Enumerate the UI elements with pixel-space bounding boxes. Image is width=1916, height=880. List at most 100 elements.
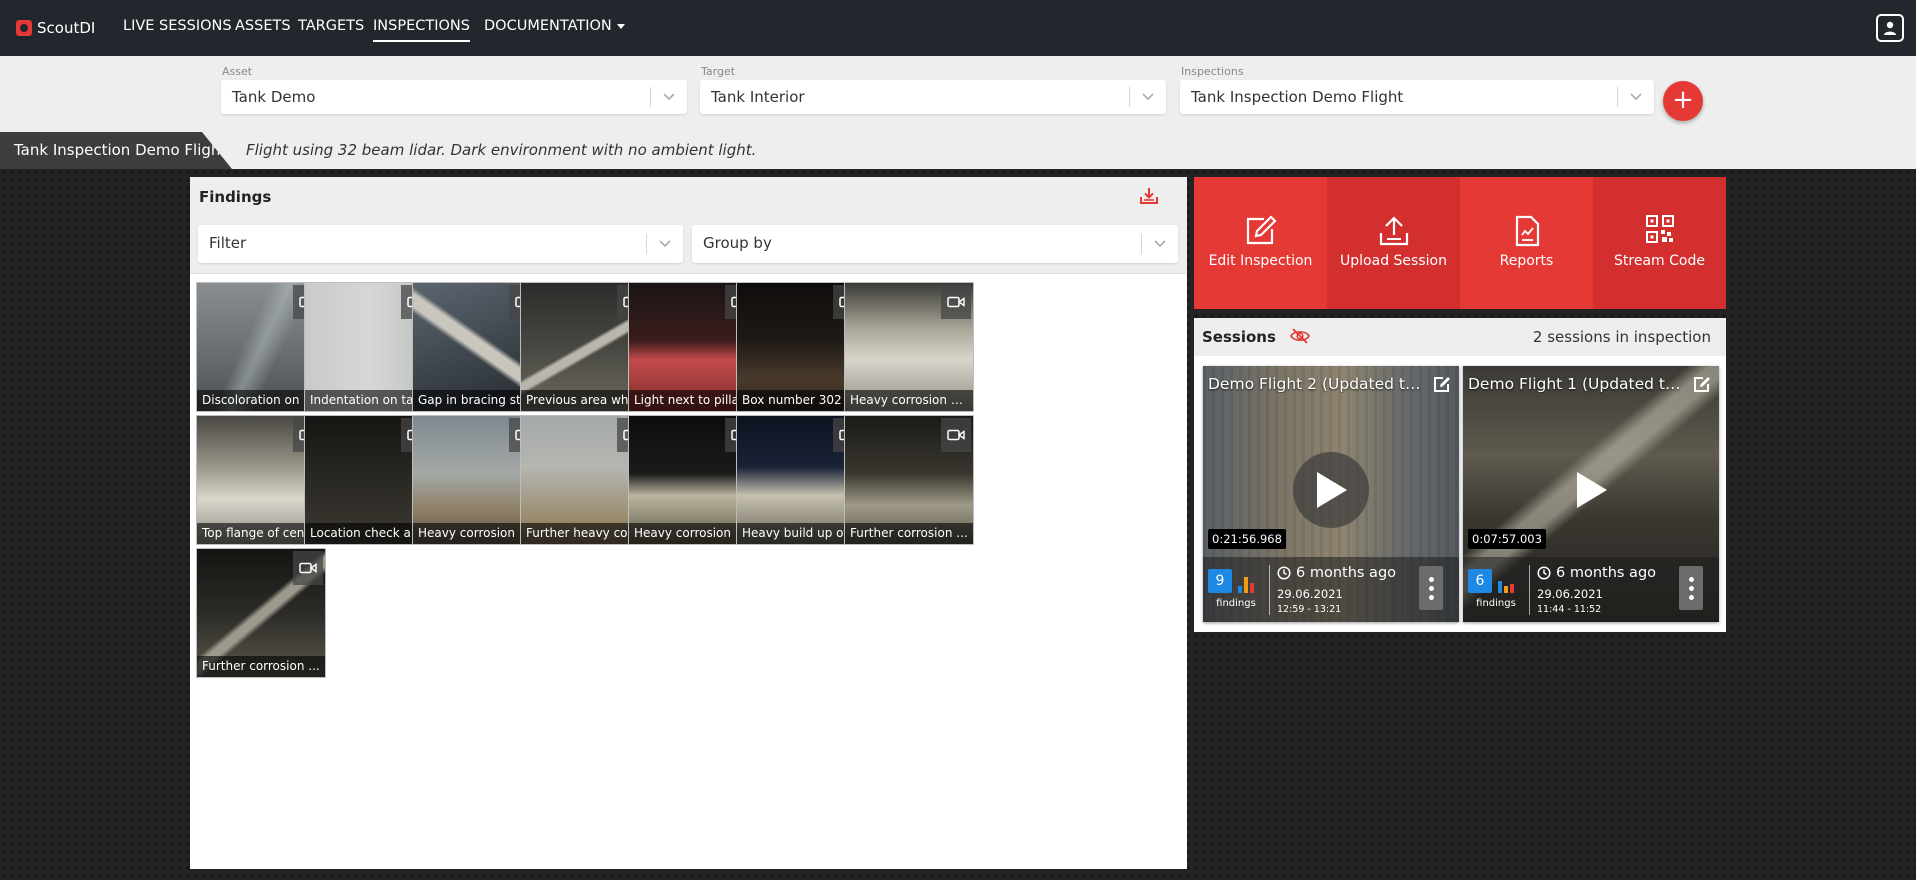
findings-filter-row: Filter Group by (190, 217, 1187, 274)
session-title: Demo Flight 1 (Updated tim... (1468, 375, 1684, 393)
finding-caption: Heavy corrosion o... (845, 390, 973, 411)
findings-count-badge: 9 (1208, 569, 1232, 593)
sessions-count: 2 sessions in inspection (1532, 328, 1711, 346)
nav-targets[interactable]: TARGETS (298, 16, 364, 36)
qr-code-icon (1593, 215, 1726, 243)
session-time-range: 12:59 - 13:21 (1277, 604, 1342, 615)
chevron-down-icon[interactable] (1129, 87, 1166, 107)
stream-code-label: Stream Code (1614, 253, 1705, 269)
nav-documentation-label: DOCUMENTATION (484, 18, 612, 34)
play-button[interactable] (1553, 452, 1629, 528)
clock-icon (1537, 566, 1551, 580)
kebab-menu-icon[interactable] (1679, 566, 1703, 610)
nav-inspections[interactable]: INSPECTIONS (373, 16, 470, 42)
video-icon (293, 551, 323, 585)
nav-documentation-dropdown[interactable]: DOCUMENTATION (484, 16, 625, 36)
edit-icon (1194, 215, 1327, 247)
chevron-down-icon[interactable] (650, 87, 687, 107)
session-relative-time: 6 months ago (1277, 565, 1396, 581)
session-card[interactable]: Demo Flight 2 (Updated tim... 0:21:56.96… (1203, 366, 1459, 622)
session-date: 29.06.2021 (1537, 587, 1603, 601)
findings-count-badge: 6 (1468, 569, 1492, 593)
video-icon (941, 418, 971, 452)
findings-title: Findings (199, 188, 272, 206)
nav-assets[interactable]: ASSETS (235, 16, 291, 36)
reports-button[interactable]: Reports (1460, 177, 1593, 309)
finding-thumbnail[interactable]: Further corrosion ... (844, 415, 974, 545)
brand-logo[interactable]: ScoutDI (16, 16, 95, 40)
findings-label: findings (1476, 598, 1516, 609)
session-ago-text: 6 months ago (1556, 565, 1657, 581)
session-title: Demo Flight 2 (Updated tim... (1208, 375, 1424, 393)
export-findings-button[interactable] (1139, 187, 1159, 209)
finding-caption: Further corrosion ... (197, 656, 325, 677)
upload-icon (1327, 215, 1460, 247)
brand-name: ScoutDI (37, 19, 96, 37)
session-card[interactable]: Demo Flight 1 (Updated tim... 0:07:57.00… (1463, 366, 1719, 622)
findings-panel: Findings Filter Group by Discoloration o… (190, 177, 1187, 869)
findings-header: Findings (190, 177, 1187, 217)
video-icon (941, 285, 971, 319)
group-by-select[interactable]: Group by (692, 225, 1178, 263)
chevron-down-icon[interactable] (1141, 234, 1178, 254)
filter-placeholder: Filter (209, 234, 247, 252)
report-icon (1460, 215, 1593, 247)
footer-divider (1269, 565, 1270, 615)
asset-value: Tank Demo (232, 88, 316, 106)
sessions-panel: Sessions 2 sessions in inspection Demo F… (1194, 318, 1726, 632)
chevron-down-icon[interactable] (646, 234, 683, 254)
footer-divider (1529, 565, 1530, 615)
eye-off-icon[interactable] (1290, 327, 1310, 349)
kebab-menu-icon[interactable] (1419, 566, 1443, 610)
chevron-down-icon[interactable] (1617, 87, 1654, 107)
play-icon (1577, 472, 1607, 508)
asset-label: Asset (222, 65, 253, 78)
session-relative-time: 6 months ago (1537, 565, 1656, 581)
logo-icon (16, 20, 32, 36)
play-button[interactable] (1293, 452, 1369, 528)
target-value: Tank Interior (711, 88, 805, 106)
inspection-value: Tank Inspection Demo Flight (1191, 88, 1404, 106)
play-icon (1317, 472, 1347, 508)
caret-down-icon (616, 23, 625, 29)
sessions-title: Sessions (1202, 328, 1276, 346)
edit-inspection-label: Edit Inspection (1208, 253, 1313, 269)
session-time-range: 11:44 - 11:52 (1537, 604, 1602, 615)
target-select[interactable]: Tank Interior (700, 80, 1166, 114)
session-footer: 9 findings 6 months ago 29.06.2021 12:59… (1203, 557, 1459, 622)
finding-thumbnail[interactable]: Further corrosion ... (196, 548, 326, 678)
inspection-actions: Edit Inspection Upload Session Reports S… (1194, 177, 1726, 309)
session-duration: 0:07:57.003 (1468, 529, 1546, 549)
stream-code-button[interactable]: Stream Code (1593, 177, 1726, 309)
session-duration: 0:21:56.968 (1208, 529, 1286, 549)
sessions-header: Sessions 2 sessions in inspection (1194, 318, 1726, 356)
edit-inspection-button[interactable]: Edit Inspection (1194, 177, 1327, 309)
inspection-description: Flight using 32 beam lidar. Dark environ… (246, 141, 757, 159)
finding-caption: Further corrosion ... (845, 523, 973, 544)
bar-chart-icon (1238, 577, 1254, 593)
edit-icon[interactable] (1693, 376, 1711, 397)
finding-thumbnail[interactable]: Heavy corrosion o... (844, 282, 974, 412)
upload-session-label: Upload Session (1340, 253, 1447, 269)
filter-select[interactable]: Filter (198, 225, 683, 263)
inspection-select[interactable]: Tank Inspection Demo Flight (1180, 80, 1654, 114)
asset-select[interactable]: Tank Demo (221, 80, 687, 114)
clock-icon (1277, 566, 1291, 580)
upload-session-button[interactable]: Upload Session (1327, 177, 1460, 309)
selector-bar: Asset Tank Demo Target Tank Interior Ins… (0, 56, 1916, 169)
inspection-name-tag: Tank Inspection Demo Flight (0, 132, 232, 169)
user-icon (1884, 21, 1896, 35)
user-account-button[interactable] (1876, 14, 1904, 42)
session-footer: 6 findings 6 months ago 29.06.2021 11:44… (1463, 557, 1719, 622)
add-inspection-button[interactable]: + (1663, 81, 1703, 121)
top-navbar: ScoutDI LIVE SESSIONS ASSETS TARGETS INS… (0, 0, 1916, 56)
inspection-label: Inspections (1181, 65, 1244, 78)
session-ago-text: 6 months ago (1296, 565, 1397, 581)
session-date: 29.06.2021 (1277, 587, 1343, 601)
nav-live-sessions[interactable]: LIVE SESSIONS (123, 16, 232, 36)
bar-chart-icon (1498, 581, 1514, 593)
export-icon (1140, 188, 1158, 204)
target-label: Target (701, 65, 736, 78)
reports-label: Reports (1499, 253, 1554, 269)
edit-icon[interactable] (1433, 376, 1451, 397)
